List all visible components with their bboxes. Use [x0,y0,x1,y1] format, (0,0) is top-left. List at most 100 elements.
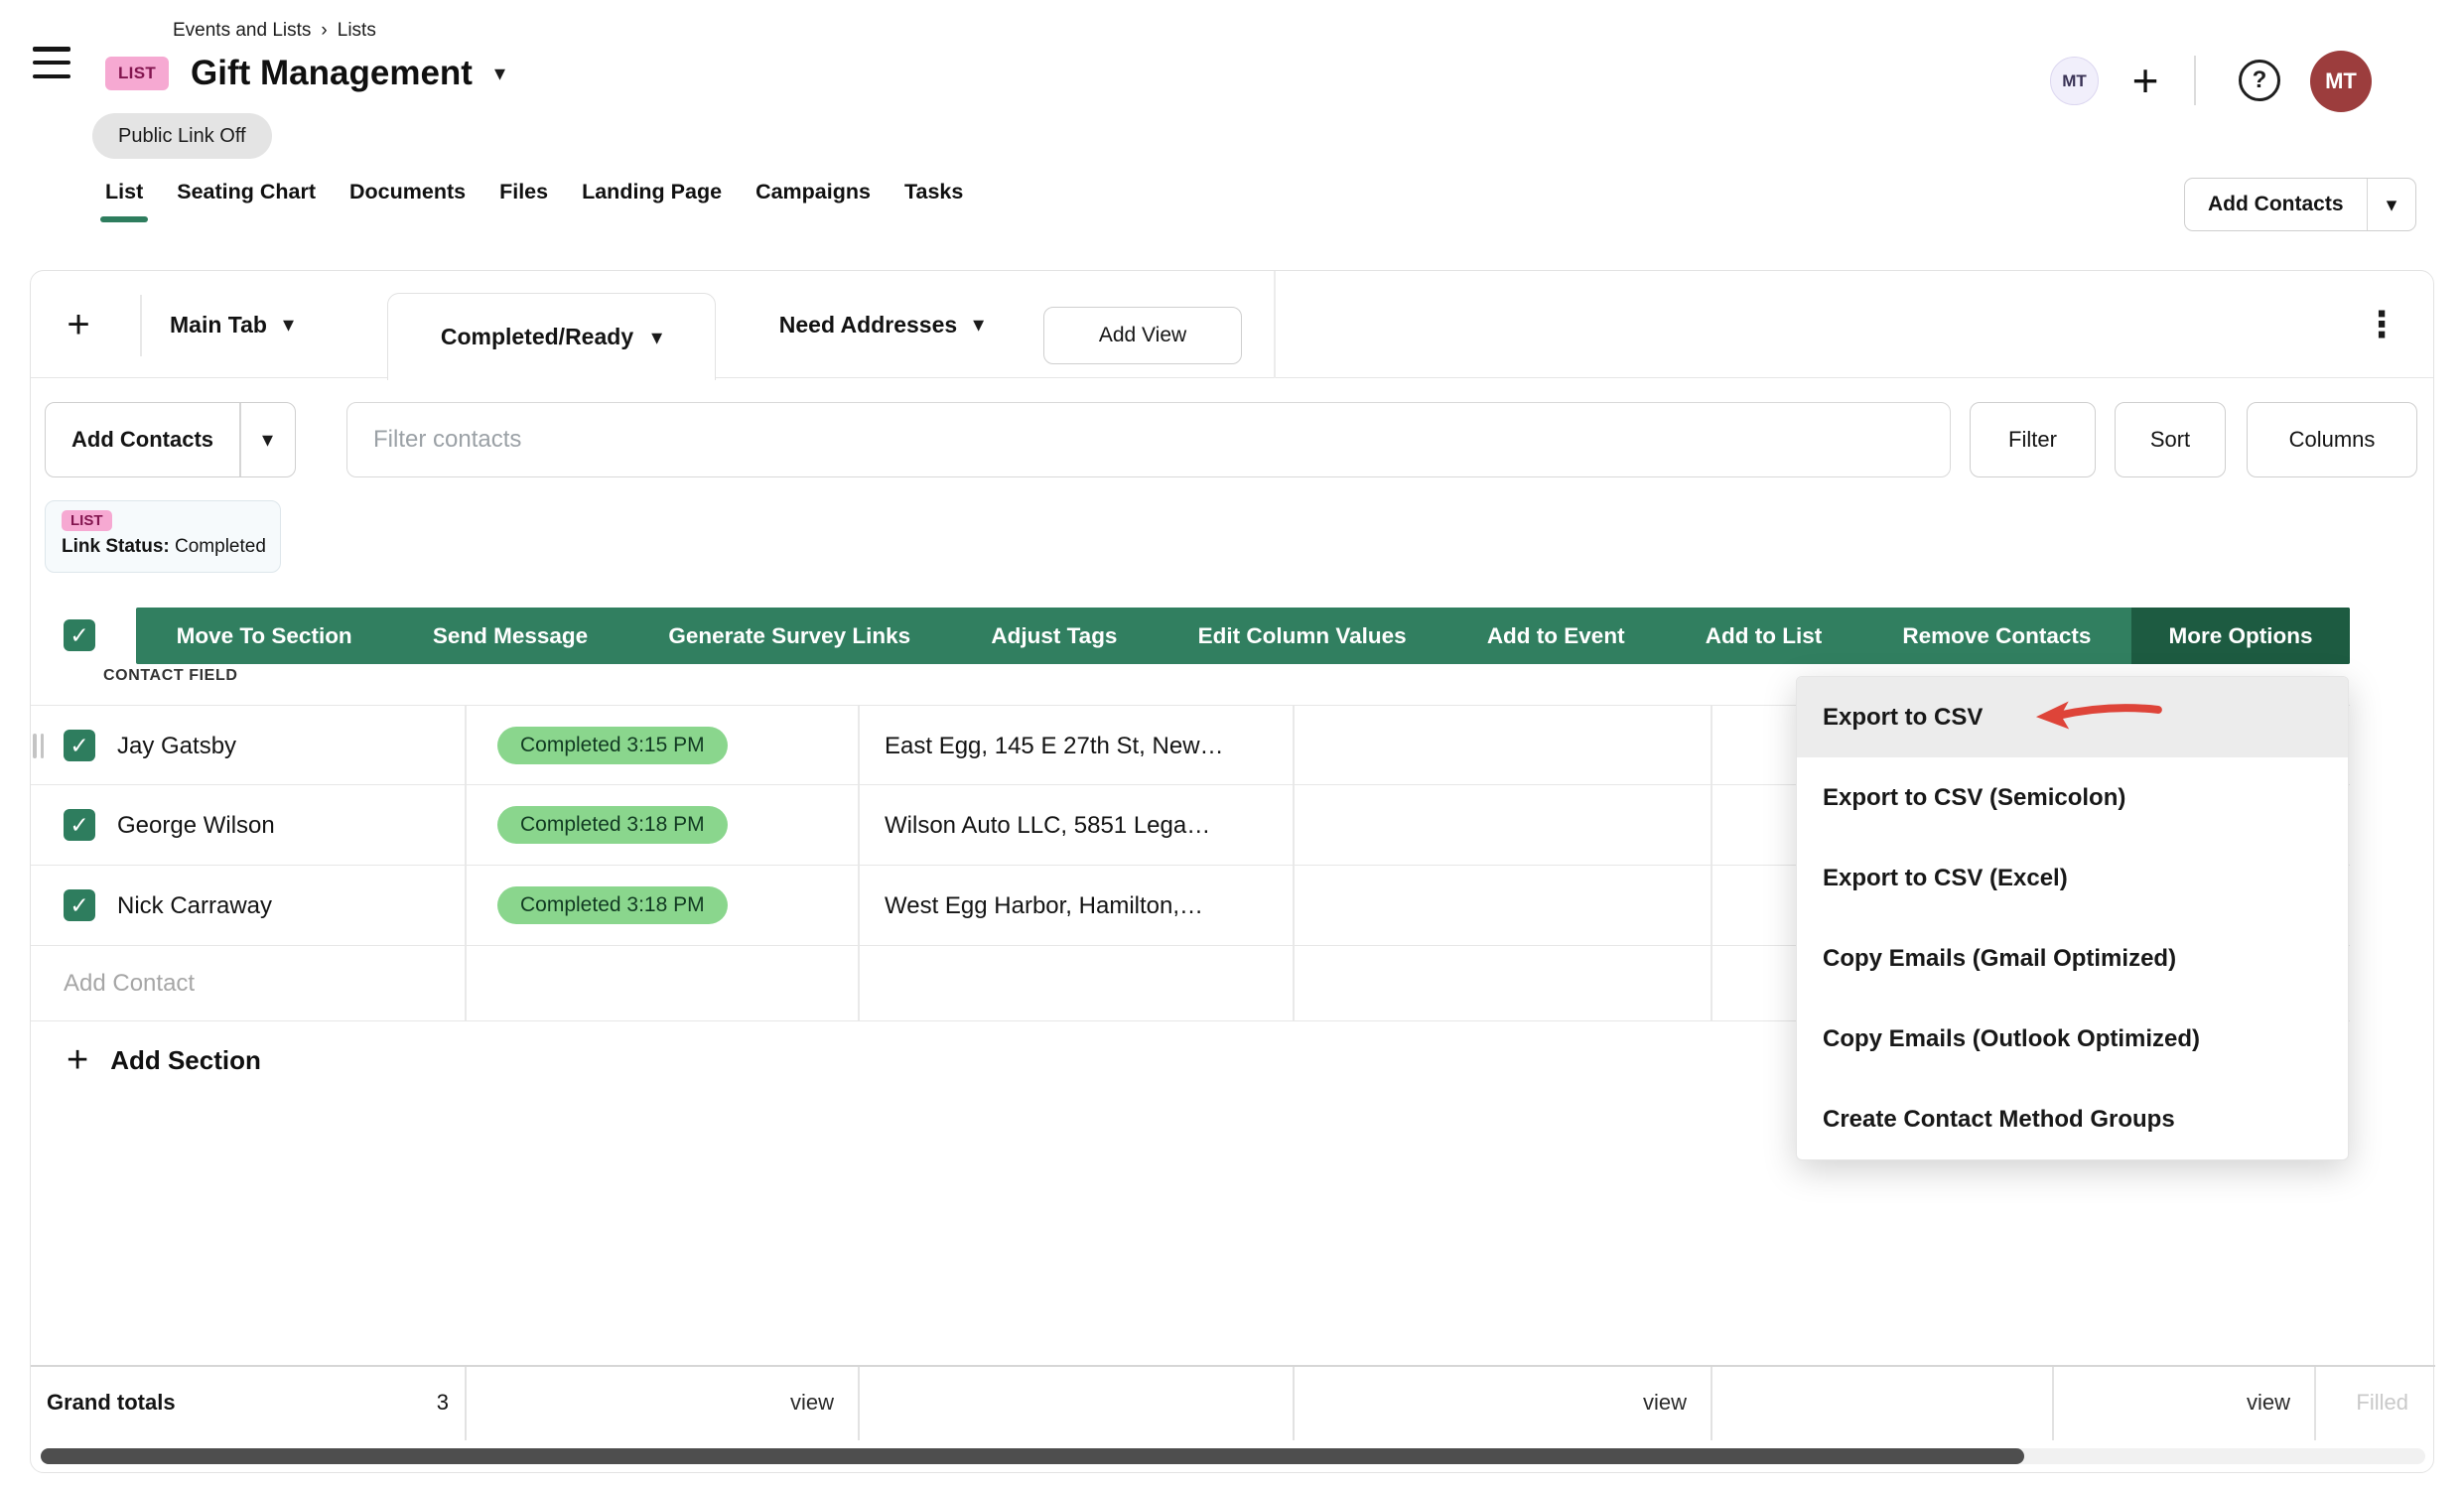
breadcrumb-events-and-lists[interactable]: Events and Lists [173,20,311,42]
avatar[interactable]: MT [2310,51,2372,112]
column-divider [2052,1367,2054,1440]
chevron-down-icon[interactable]: ▾ [973,314,984,336]
add-to-event-button[interactable]: Add to Event [1446,608,1665,664]
check-icon: ✓ [69,622,88,649]
view-link[interactable]: view [1293,1367,1687,1438]
divider [140,295,142,356]
chevron-down-icon[interactable]: ▾ [2368,193,2415,217]
add-contacts-label: Add Contacts [2185,193,2367,216]
link-status-label: Link Status: [62,536,170,557]
column-divider [1711,1367,1712,1440]
chevron-down-icon[interactable]: ▾ [494,63,505,84]
plus-icon: + [67,1041,88,1079]
add-contacts-button-header[interactable]: Add Contacts ▾ [2184,178,2416,231]
screen: Events and Lists › Lists LIST Gift Manag… [0,0,2464,1489]
list-type-badge: LIST [105,57,169,90]
menu-item-create-contact-method-groups[interactable]: Create Contact Method Groups [1797,1079,2348,1159]
remove-contacts-button[interactable]: Remove Contacts [1862,608,2131,664]
sort-button[interactable]: Sort [2115,402,2226,477]
tab-seating-chart[interactable]: Seating Chart [177,175,316,208]
move-to-section-button[interactable]: Move To Section [136,608,392,664]
filled-label: Filled [2314,1367,2408,1438]
select-all-checkbox[interactable]: ✓ [64,619,95,651]
add-section-button[interactable]: + Add Section [67,1033,261,1087]
check-icon: ✓ [69,812,88,839]
view-tab-need-label: Need Addresses [779,312,957,338]
filter-contacts-input[interactable] [346,402,1951,477]
list-type-badge: LIST [62,510,112,531]
add-icon[interactable]: + [2121,56,2170,105]
breadcrumb-lists[interactable]: Lists [338,20,376,42]
tab-landing-page[interactable]: Landing Page [582,175,722,208]
contact-address[interactable]: East Egg, 145 E 27th St, New… [885,706,1224,786]
status-badge: Completed 3:18 PM [497,806,728,844]
adjust-tags-button[interactable]: Adjust Tags [951,608,1158,664]
link-status-chip[interactable]: LIST Link Status: Completed [45,500,281,573]
generate-survey-links-button[interactable]: Generate Survey Links [628,608,951,664]
filter-button[interactable]: Filter [1970,402,2096,477]
page-title: Gift Management [191,54,473,93]
view-tabs-row: + Main Tab ▾ Completed/Ready ▾ Need Addr… [31,271,2433,378]
tab-list[interactable]: List [105,175,143,208]
row-checkbox[interactable]: ✓ [64,889,95,921]
contact-name[interactable]: George Wilson [117,785,275,866]
view-link[interactable]: view [2052,1367,2290,1438]
more-options-button[interactable]: More Options [2131,608,2350,664]
column-divider [858,1367,860,1440]
add-contact-placeholder[interactable]: Add Contact [64,946,195,1021]
status-badge: Completed 3:18 PM [497,886,728,924]
add-to-list-button[interactable]: Add to List [1665,608,1862,664]
add-contacts-button-toolbar[interactable]: Add Contacts ▾ [45,402,296,477]
send-message-button[interactable]: Send Message [392,608,627,664]
chevron-down-icon[interactable]: ▾ [283,314,294,336]
horizontal-scrollbar-thumb[interactable] [41,1448,2024,1464]
add-tab-icon[interactable]: + [51,297,106,352]
chevron-down-icon[interactable]: ▾ [241,429,295,451]
breadcrumb: Events and Lists › Lists [173,20,376,42]
nav-tabs: List Seating Chart Documents Files Landi… [105,175,963,208]
bulk-action-bar: Move To Section Send Message Generate Su… [136,608,2350,664]
columns-button[interactable]: Columns [2247,402,2417,477]
public-link-status-pill[interactable]: Public Link Off [92,113,272,159]
column-divider [1293,1367,1295,1440]
arrow-annotation-icon [2033,694,2165,741]
contact-name[interactable]: Nick Carraway [117,866,272,946]
view-tab-completed-label: Completed/Ready [441,324,633,350]
contact-address[interactable]: Wilson Auto LLC, 5851 Lega… [885,785,1210,866]
help-icon[interactable]: ? [2239,60,2280,101]
menu-item-copy-emails-outlook[interactable]: Copy Emails (Outlook Optimized) [1797,999,2348,1079]
view-tab-completed-ready[interactable]: Completed/Ready ▾ [387,293,716,380]
tab-tasks[interactable]: Tasks [904,175,963,208]
grand-totals-row: Grand totals 3 view view view Filled [31,1365,2435,1438]
menu-icon[interactable] [33,47,70,78]
title-row: LIST Gift Management ▾ [105,54,505,93]
edit-column-values-button[interactable]: Edit Column Values [1158,608,1446,664]
view-tab-main[interactable]: Main Tab ▾ [170,271,294,378]
grand-total-count: 3 [229,1367,449,1438]
tab-campaigns[interactable]: Campaigns [755,175,871,208]
add-section-label: Add Section [110,1045,261,1076]
chevron-down-icon[interactable]: ▾ [651,327,662,348]
more-vertical-icon[interactable]: ⋮ [2354,297,2409,352]
view-tab-need-addresses[interactable]: Need Addresses ▾ [743,271,1021,378]
contact-name[interactable]: Jay Gatsby [117,706,236,786]
menu-item-copy-emails-gmail[interactable]: Copy Emails (Gmail Optimized) [1797,918,2348,999]
workspace-chip[interactable]: MT [2050,57,2099,105]
link-status-value: Completed [175,536,266,557]
check-icon: ✓ [69,892,88,919]
add-contacts-label: Add Contacts [46,427,239,453]
add-view-button[interactable]: Add View [1043,307,1242,364]
view-tab-main-label: Main Tab [170,312,267,338]
view-link[interactable]: view [465,1367,834,1438]
tab-files[interactable]: Files [499,175,548,208]
row-checkbox[interactable]: ✓ [64,809,95,841]
row-checkbox[interactable]: ✓ [64,730,95,761]
breadcrumb-separator: › [321,20,327,42]
contact-address[interactable]: West Egg Harbor, Hamilton,… [885,866,1203,946]
more-options-menu: Export to CSV Export to CSV (Semicolon) … [1796,676,2349,1160]
menu-item-export-csv-semicolon[interactable]: Export to CSV (Semicolon) [1797,757,2348,838]
tab-documents[interactable]: Documents [349,175,466,208]
menu-item-export-csv-excel[interactable]: Export to CSV (Excel) [1797,838,2348,918]
divider [1274,271,1276,378]
drag-handle-icon[interactable] [33,734,44,758]
